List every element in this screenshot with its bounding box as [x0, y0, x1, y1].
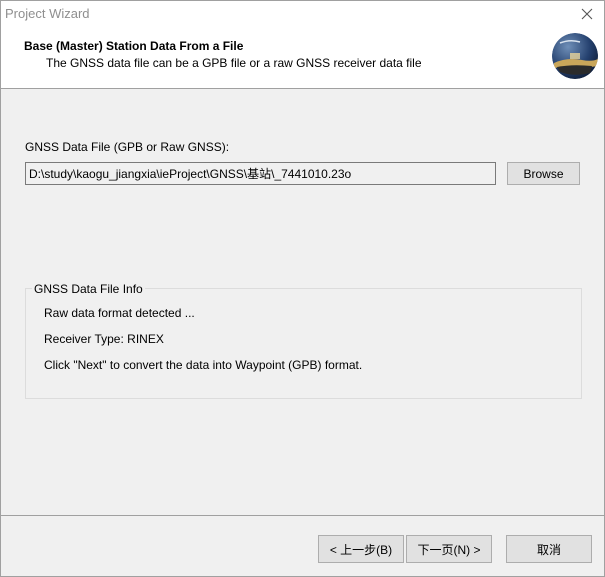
page-title: Base (Master) Station Data From a File: [24, 39, 244, 53]
convert-hint-text: Click "Next" to convert the data into Wa…: [44, 358, 363, 372]
globe-logo-icon: [552, 33, 598, 79]
next-button[interactable]: 下一页(N) >: [406, 535, 492, 563]
browse-button[interactable]: Browse: [507, 162, 580, 185]
wizard-header: Base (Master) Station Data From a File T…: [1, 27, 604, 89]
gnss-file-info-legend: GNSS Data File Info: [32, 282, 145, 296]
cancel-button[interactable]: 取消: [506, 535, 592, 563]
receiver-type-text: Receiver Type: RINEX: [44, 332, 164, 346]
footer-divider: [1, 515, 604, 516]
project-wizard-window: Project Wizard Base (Master) Station Dat…: [0, 0, 605, 577]
page-subtitle: The GNSS data file can be a GPB file or …: [46, 56, 422, 70]
back-button[interactable]: < 上一步(B): [318, 535, 404, 563]
gnss-file-path-input[interactable]: [25, 162, 496, 185]
title-bar: Project Wizard: [1, 1, 604, 27]
format-detected-text: Raw data format detected ...: [44, 306, 195, 320]
gnss-file-info-group: GNSS Data File Info Raw data format dete…: [25, 282, 582, 399]
gnss-file-label: GNSS Data File (GPB or Raw GNSS):: [25, 140, 230, 154]
close-icon[interactable]: [576, 4, 598, 24]
window-title: Project Wizard: [5, 6, 90, 21]
